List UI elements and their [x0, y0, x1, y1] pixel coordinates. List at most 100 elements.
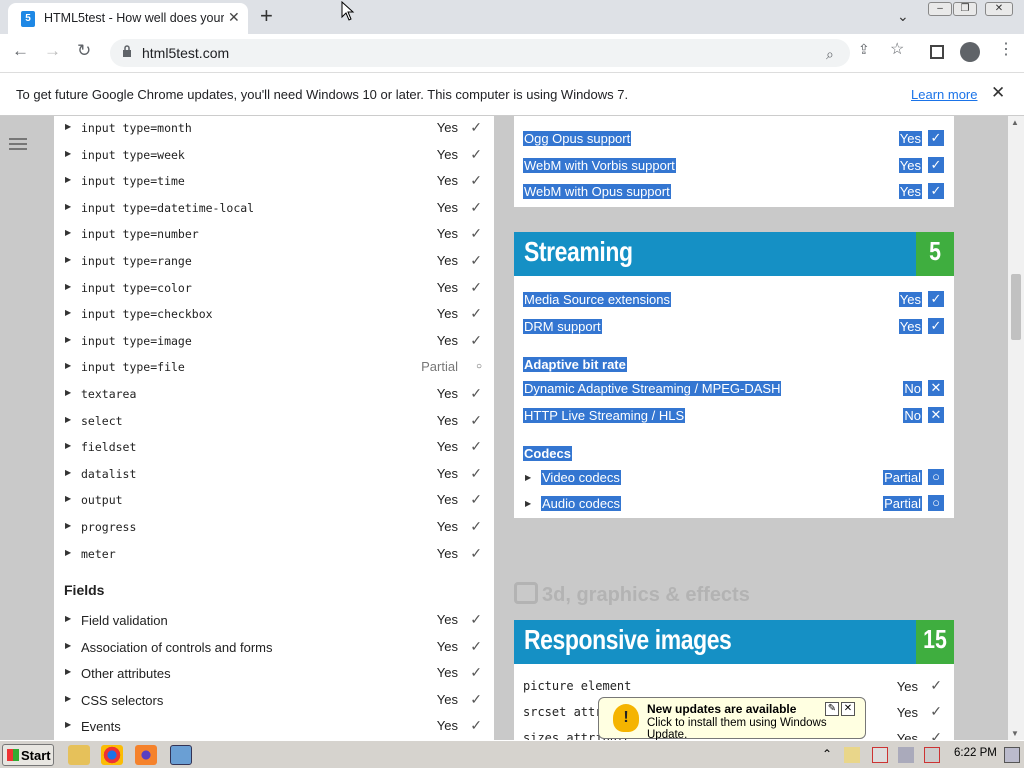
check-icon: ✓: [930, 677, 942, 693]
feature-row[interactable]: ▶ input type=file Partial ○: [54, 355, 494, 379]
feature-row[interactable]: ▶ Other attributes Yes ✓: [54, 661, 494, 685]
network-icon[interactable]: [898, 747, 914, 763]
tab-search-chevron-icon[interactable]: ⌄: [897, 8, 909, 25]
bookmark-star-icon[interactable]: ☆: [890, 39, 904, 59]
feature-row[interactable]: ▶ meter Yes ✓: [54, 542, 494, 566]
explorer-icon[interactable]: [68, 745, 90, 765]
expand-triangle-icon[interactable]: ▶: [65, 667, 71, 676]
expand-triangle-icon[interactable]: ▶: [525, 473, 531, 482]
feature-row[interactable]: ▶ fieldset Yes ✓: [54, 435, 494, 459]
minimize-button[interactable]: –: [928, 2, 952, 16]
profile-avatar-icon[interactable]: [960, 42, 980, 62]
tab-close-icon[interactable]: ✕: [228, 9, 240, 26]
zoom-search-icon[interactable]: ⌕: [826, 46, 834, 63]
check-icon: ✓: [470, 690, 482, 707]
expand-triangle-icon[interactable]: ▶: [65, 694, 71, 703]
expand-triangle-icon[interactable]: ▶: [65, 175, 71, 184]
feature-row[interactable]: DRM support Yes ✓: [514, 314, 954, 340]
back-icon[interactable]: ←: [12, 41, 29, 61]
feature-row[interactable]: WebM with Opus support Yes ✓: [514, 179, 954, 205]
expand-triangle-icon[interactable]: ▶: [65, 255, 71, 264]
windows-update-balloon[interactable]: ! New updates are available Click to ins…: [598, 697, 866, 741]
feature-row[interactable]: Ogg Opus support Yes ✓: [514, 126, 954, 152]
show-desktop-icon[interactable]: [1004, 747, 1020, 763]
learn-more-link[interactable]: Learn more: [911, 87, 977, 102]
feature-row[interactable]: ▶ output Yes ✓: [54, 488, 494, 512]
feature-row[interactable]: ▶ datalist Yes ✓: [54, 462, 494, 486]
feature-row[interactable]: Dynamic Adaptive Streaming / MPEG-DASH No…: [514, 376, 954, 402]
taskbar-clock[interactable]: 6:22 PM: [954, 747, 997, 759]
hamburger-menu-icon[interactable]: [9, 138, 27, 152]
share-icon[interactable]: ⇪: [858, 41, 870, 58]
balloon-close-icon[interactable]: ✕: [841, 702, 855, 716]
forward-icon[interactable]: →: [44, 41, 61, 61]
balloon-options-icon[interactable]: ✎: [825, 702, 839, 716]
new-tab-button[interactable]: +: [260, 3, 273, 29]
feature-row[interactable]: ▶ input type=range Yes ✓: [54, 249, 494, 273]
feature-row[interactable]: ▶ input type=week Yes ✓: [54, 143, 494, 167]
expand-triangle-icon[interactable]: ▶: [65, 149, 71, 158]
expand-triangle-icon[interactable]: ▶: [65, 202, 71, 211]
expand-triangle-icon[interactable]: ▶: [65, 228, 71, 237]
feature-row[interactable]: ▶ input type=image Yes ✓: [54, 329, 494, 353]
expand-triangle-icon[interactable]: ▶: [525, 499, 531, 508]
feature-row[interactable]: ▶ Events Yes ✓: [54, 714, 494, 738]
expand-triangle-icon[interactable]: ▶: [65, 548, 71, 557]
firefox-icon[interactable]: [135, 745, 157, 765]
feature-row[interactable]: ▶ Audio codecs Partial ○: [514, 491, 954, 517]
restore-button[interactable]: ❐: [953, 2, 977, 16]
expand-triangle-icon[interactable]: ▶: [65, 614, 71, 623]
reload-icon[interactable]: ↻: [77, 41, 91, 61]
expand-triangle-icon[interactable]: ▶: [65, 388, 71, 397]
expand-triangle-icon[interactable]: ▶: [65, 720, 71, 729]
feature-row[interactable]: ▶ input type=color Yes ✓: [54, 276, 494, 300]
feature-label: WebM with Opus support: [523, 184, 671, 199]
scroll-down-arrow-icon[interactable]: ▼: [1011, 729, 1019, 738]
chrome-icon[interactable]: [101, 745, 123, 765]
expand-triangle-icon[interactable]: ▶: [65, 415, 71, 424]
volume-muted-icon[interactable]: [924, 747, 940, 763]
window-close-button[interactable]: ✕: [985, 2, 1013, 16]
feature-row[interactable]: ▶ input type=month Yes ✓: [54, 116, 494, 140]
action-center-icon[interactable]: [872, 747, 888, 763]
feature-row[interactable]: ▶ input type=number Yes ✓: [54, 222, 494, 246]
menu-kebab-icon[interactable]: ⋮: [998, 39, 1014, 59]
feature-row[interactable]: ▶ select Yes ✓: [54, 409, 494, 433]
address-bar[interactable]: html5test.com ⌕: [110, 39, 850, 67]
feature-row[interactable]: Media Source extensions Yes ✓: [514, 287, 954, 313]
feature-row[interactable]: ▶ Association of controls and forms Yes ✓: [54, 635, 494, 659]
side-panel-icon[interactable]: [930, 45, 944, 59]
feature-row[interactable]: ▶ Video codecs Partial ○: [514, 465, 954, 491]
feature-row[interactable]: ▶ Field validation Yes ✓: [54, 608, 494, 632]
feature-row[interactable]: ▶ CSS selectors Yes ✓: [54, 688, 494, 712]
tab-html5test[interactable]: 5 HTML5test - How well does your ✕: [8, 3, 248, 34]
expand-triangle-icon[interactable]: ▶: [65, 335, 71, 344]
scroll-up-arrow-icon[interactable]: ▲: [1011, 118, 1019, 127]
infobar-close-icon[interactable]: ✕: [991, 83, 1005, 103]
feature-row[interactable]: ▶ progress Yes ✓: [54, 515, 494, 539]
balloon-title: New updates are available: [647, 702, 797, 716]
expand-triangle-icon[interactable]: ▶: [65, 308, 71, 317]
scroll-thumb[interactable]: [1011, 274, 1021, 340]
start-button[interactable]: Start: [2, 744, 54, 766]
expand-triangle-icon[interactable]: ▶: [65, 282, 71, 291]
expand-triangle-icon[interactable]: ▶: [65, 521, 71, 530]
expand-triangle-icon[interactable]: ▶: [65, 494, 71, 503]
feature-row[interactable]: WebM with Vorbis support Yes ✓: [514, 153, 954, 179]
update-infobar: To get future Google Chrome updates, you…: [0, 72, 1024, 116]
feature-row[interactable]: ▶ textarea Yes ✓: [54, 382, 494, 406]
network-app-icon[interactable]: [170, 745, 192, 765]
update-tray-icon[interactable]: [844, 747, 860, 763]
expand-triangle-icon[interactable]: ▶: [65, 641, 71, 650]
feature-row[interactable]: ▶ input type=datetime-local Yes ✓: [54, 196, 494, 220]
expand-triangle-icon[interactable]: ▶: [65, 361, 71, 370]
feature-row[interactable]: HTTP Live Streaming / HLS No ✕: [514, 403, 954, 429]
feature-row[interactable]: ▶ input type=checkbox Yes ✓: [54, 302, 494, 326]
expand-triangle-icon[interactable]: ▶: [65, 468, 71, 477]
page-scrollbar[interactable]: ▲ ▼: [1008, 116, 1024, 740]
feature-row[interactable]: ▶ input type=time Yes ✓: [54, 169, 494, 193]
feature-result: Yes: [436, 306, 458, 322]
expand-triangle-icon[interactable]: ▶: [65, 122, 71, 131]
show-hidden-icons-icon[interactable]: ⌃: [822, 747, 838, 763]
expand-triangle-icon[interactable]: ▶: [65, 441, 71, 450]
